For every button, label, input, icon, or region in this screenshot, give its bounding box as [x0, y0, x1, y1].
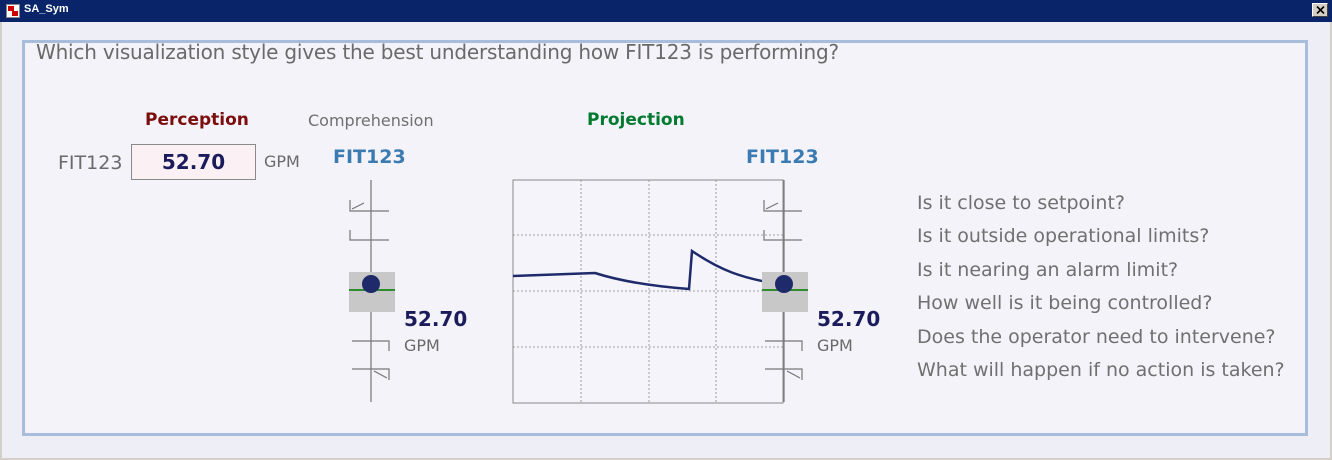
high-alarm-mark [349, 200, 389, 212]
comprehension-unit: GPM [404, 336, 440, 355]
comprehension-indicator [349, 180, 395, 402]
question-item: What will happen if no action is taken? [917, 358, 1285, 381]
pv-marker [362, 275, 380, 293]
question-item: How well is it being controlled? [917, 292, 1213, 315]
high-limit-mark [349, 230, 389, 241]
question-item: Is it nearing an alarm limit? [917, 258, 1179, 281]
question-item: Is it outside operational limits? [917, 225, 1210, 248]
trend-chart [512, 179, 784, 404]
comprehension-value: 52.70 [404, 307, 468, 331]
evaluation-questions: Is it close to setpoint? Is it outside o… [917, 192, 1285, 392]
question-item: Does the operator need to intervene? [917, 325, 1276, 348]
projection-unit: GPM [817, 336, 853, 355]
pv-marker [775, 275, 793, 293]
projection-value: 52.70 [817, 307, 881, 331]
question-item: Is it close to setpoint? [917, 192, 1125, 214]
trend-frame [512, 179, 784, 404]
